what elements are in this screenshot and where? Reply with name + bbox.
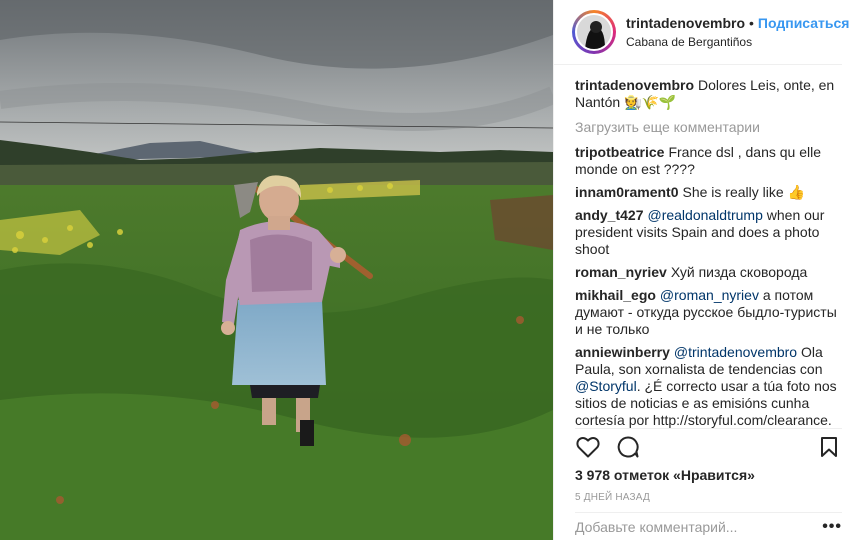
post-actions: 3 978 отметок «Нравится» 5 ДНЕЙ НАЗАД <box>575 428 842 503</box>
comment-text: She is really like 👍 <box>682 184 805 200</box>
list-item: andy_t427 @realdonaldtrump when our presi… <box>575 207 840 258</box>
list-item: tripotbeatrice France dsl , dans qu elle … <box>575 144 840 178</box>
separator-dot: • <box>749 14 754 31</box>
list-item: anniewinberry @trintadenovembro Ola Paula… <box>575 344 840 429</box>
comment-mention-link[interactable]: @realdonaldtrump <box>647 207 762 223</box>
post-timestamp[interactable]: 5 ДНЕЙ НАЗАД <box>575 492 842 503</box>
field-photo-image <box>0 0 553 540</box>
comment-mention-link[interactable]: @roman_nyriev <box>660 287 759 303</box>
comment-username[interactable]: roman_nyriev <box>575 264 667 280</box>
speech-bubble-icon[interactable] <box>615 434 641 460</box>
list-item: innam0rament0 She is really like 👍 <box>575 184 840 201</box>
avatar[interactable] <box>572 10 616 54</box>
comment-mention-link[interactable]: @trintadenovembro <box>674 344 797 360</box>
caption: trintadenovembro Dolores Leis, onte, en N… <box>575 77 840 111</box>
post-photo[interactable] <box>0 0 553 540</box>
instagram-post: trintadenovembro • Подписаться Cabana de B… <box>0 0 858 540</box>
list-item: mikhail_ego @roman_nyriev а потом думают … <box>575 287 840 338</box>
caption-username[interactable]: trintadenovembro <box>575 77 694 93</box>
add-comment-bar: ••• <box>575 512 842 541</box>
post-header: trintadenovembro • Подписаться Cabana de B… <box>554 0 849 65</box>
comment-input[interactable] <box>575 519 823 535</box>
list-item: roman_nyriev Хуй пизда сковорода <box>575 264 840 281</box>
comment-mention-link[interactable]: @Storyful <box>575 378 637 394</box>
post-location[interactable]: Cabana de Bergantiños <box>626 35 849 51</box>
more-options-icon[interactable]: ••• <box>822 518 842 536</box>
post-details-panel: trintadenovembro • Подписаться Cabana de B… <box>553 0 858 540</box>
post-author-username[interactable]: trintadenovembro <box>626 15 745 31</box>
comments-list: trintadenovembro Dolores Leis, onte, en N… <box>554 65 858 429</box>
likes-count[interactable]: 3 978 отметок «Нравится» <box>575 467 842 483</box>
comment-username[interactable]: anniewinberry <box>575 344 670 360</box>
heart-icon[interactable] <box>575 434 601 460</box>
profile-avatar-icon <box>575 13 613 51</box>
comment-text: Хуй пизда сковорода <box>670 264 808 280</box>
comment-username[interactable]: mikhail_ego <box>575 287 656 303</box>
comment-username[interactable]: andy_t427 <box>575 207 643 223</box>
comment-username[interactable]: innam0rament0 <box>575 184 678 200</box>
comment-username[interactable]: tripotbeatrice <box>575 144 664 160</box>
bookmark-icon[interactable] <box>816 434 842 460</box>
follow-button[interactable]: Подписаться <box>758 15 850 31</box>
load-more-comments-link[interactable]: Загрузить еще комментарии <box>575 119 840 136</box>
